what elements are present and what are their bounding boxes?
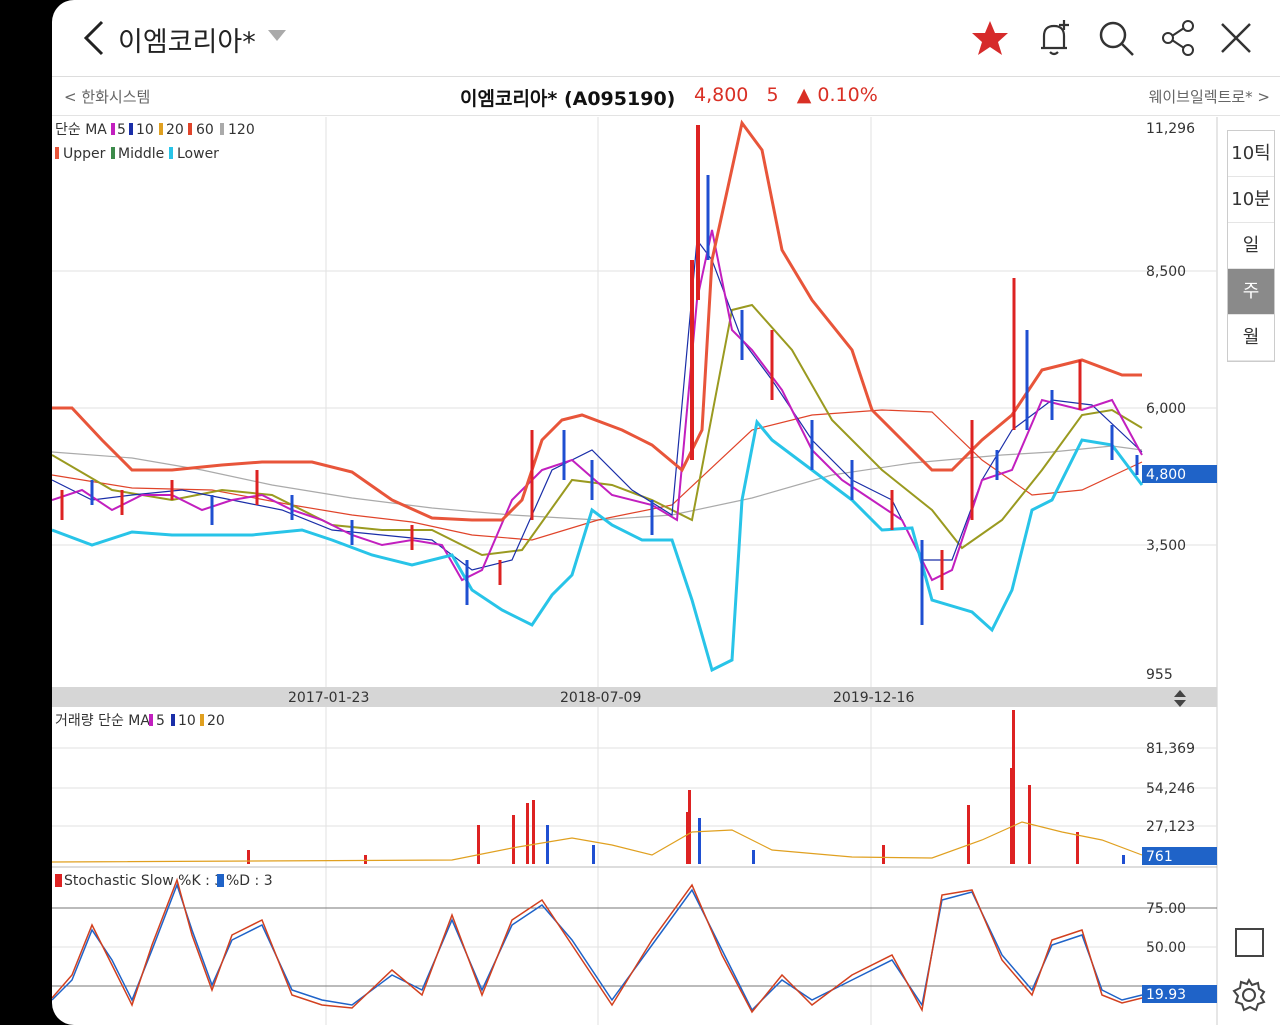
volume-legend-label: 거래량 단순 MA xyxy=(55,713,150,729)
vol-tick-1: 81,369 xyxy=(1146,741,1195,757)
stoch-d-label: %D : 3 xyxy=(226,873,273,889)
vol-ma10-label: 10 xyxy=(178,713,196,729)
vol-bar-8 xyxy=(592,845,595,864)
stock-chart[interactable]: 11,296 8,500 6,000 3,500 955 단순 MA 5 10 … xyxy=(52,0,1280,1025)
ma5-label: 5 xyxy=(117,122,126,138)
current-stoch-label: 19.93 xyxy=(1146,987,1186,1003)
stoch-legend: Stochastic Slow %K : 3 %D : 3 xyxy=(55,873,273,889)
lower-swatch xyxy=(169,147,173,159)
vol-bar-13 xyxy=(882,845,885,864)
ma120-swatch xyxy=(220,123,224,135)
ma60-swatch xyxy=(188,123,192,135)
lower-label: Lower xyxy=(177,146,219,162)
upper-swatch xyxy=(55,147,59,159)
legend-ma-label: 단순 MA xyxy=(55,122,107,138)
vol-ma5-swatch xyxy=(149,714,153,726)
stoch-tick-50: 50.00 xyxy=(1146,940,1186,956)
ma60-label: 60 xyxy=(196,122,214,138)
date-label-3: 2019-12-16 xyxy=(833,690,914,706)
vol-ma10-swatch xyxy=(171,714,175,726)
price-tick-2: 8,500 xyxy=(1146,264,1186,280)
vol-bar-6 xyxy=(532,800,535,864)
period-selector: 10틱 10분 일 주 월 xyxy=(1227,130,1275,362)
period-10min[interactable]: 10분 xyxy=(1228,177,1274,223)
ma10-swatch xyxy=(129,123,133,135)
current-price-axis-label: 4,800 xyxy=(1146,467,1186,483)
vol-bar-10 xyxy=(688,790,691,864)
vol-ma20-swatch xyxy=(200,714,204,726)
vol-bar-1 xyxy=(247,850,250,864)
vol-bar-18 xyxy=(1076,832,1079,864)
price-tick-4: 3,500 xyxy=(1146,538,1186,554)
price-tick-3: 6,000 xyxy=(1146,401,1186,417)
ma10-label: 10 xyxy=(136,122,154,138)
ma120-label: 120 xyxy=(228,122,255,138)
middle-swatch xyxy=(111,147,115,159)
period-month[interactable]: 월 xyxy=(1228,315,1274,361)
period-day[interactable]: 일 xyxy=(1228,223,1274,269)
vol-bar-3 xyxy=(477,825,480,864)
vol-bar-11 xyxy=(698,818,701,864)
vol-bar-2 xyxy=(364,855,367,864)
middle-label: Middle xyxy=(118,146,164,162)
current-volume-label: 761 xyxy=(1146,849,1173,865)
vol-bar-12 xyxy=(752,850,755,864)
vol-ma5-label: 5 xyxy=(156,713,165,729)
vol-tick-2: 54,246 xyxy=(1146,781,1195,797)
ma5-swatch xyxy=(111,123,115,135)
period-10tick[interactable]: 10틱 xyxy=(1228,131,1274,177)
vol-bar-14 xyxy=(967,805,970,864)
stoch-d-swatch xyxy=(217,874,224,887)
period-week[interactable]: 주 xyxy=(1228,269,1274,315)
vol-ma-line xyxy=(52,821,1143,863)
price-tick-5: 955 xyxy=(1146,667,1173,683)
stoch-k-line xyxy=(52,877,1143,1014)
vol-tick-3: 27,123 xyxy=(1146,819,1195,835)
fullscreen-icon[interactable] xyxy=(1235,928,1264,957)
upper-label: Upper xyxy=(63,146,106,162)
date-label-1: 2017-01-23 xyxy=(288,690,369,706)
ma20-swatch xyxy=(159,123,163,135)
app-window: 이엠코리아* < 한화시스템 이엠코리아* (A095190) 4,800 5 … xyxy=(52,0,1280,1025)
stoch-k-label: Stochastic Slow %K : 3 xyxy=(64,873,223,889)
vol-ma20-label: 20 xyxy=(207,713,225,729)
vol-bar-5 xyxy=(526,803,529,864)
price-legend-bands: Upper Middle Lower xyxy=(55,146,219,162)
vol-bar-16 xyxy=(1012,710,1015,864)
volume-legend: 거래량 단순 MA 5 10 20 xyxy=(55,713,225,729)
volume-bars xyxy=(247,710,1125,864)
date-label-2: 2018-07-09 xyxy=(560,690,641,706)
price-tick-1: 11,296 xyxy=(1146,121,1195,137)
vol-bar-7 xyxy=(546,825,549,864)
gear-icon[interactable] xyxy=(1232,978,1266,1012)
ma20-label: 20 xyxy=(166,122,184,138)
stoch-k-swatch xyxy=(55,874,62,887)
vol-bar-4 xyxy=(512,815,515,864)
vol-bar-19 xyxy=(1122,855,1125,864)
stoch-tick-75: 75.00 xyxy=(1146,901,1186,917)
